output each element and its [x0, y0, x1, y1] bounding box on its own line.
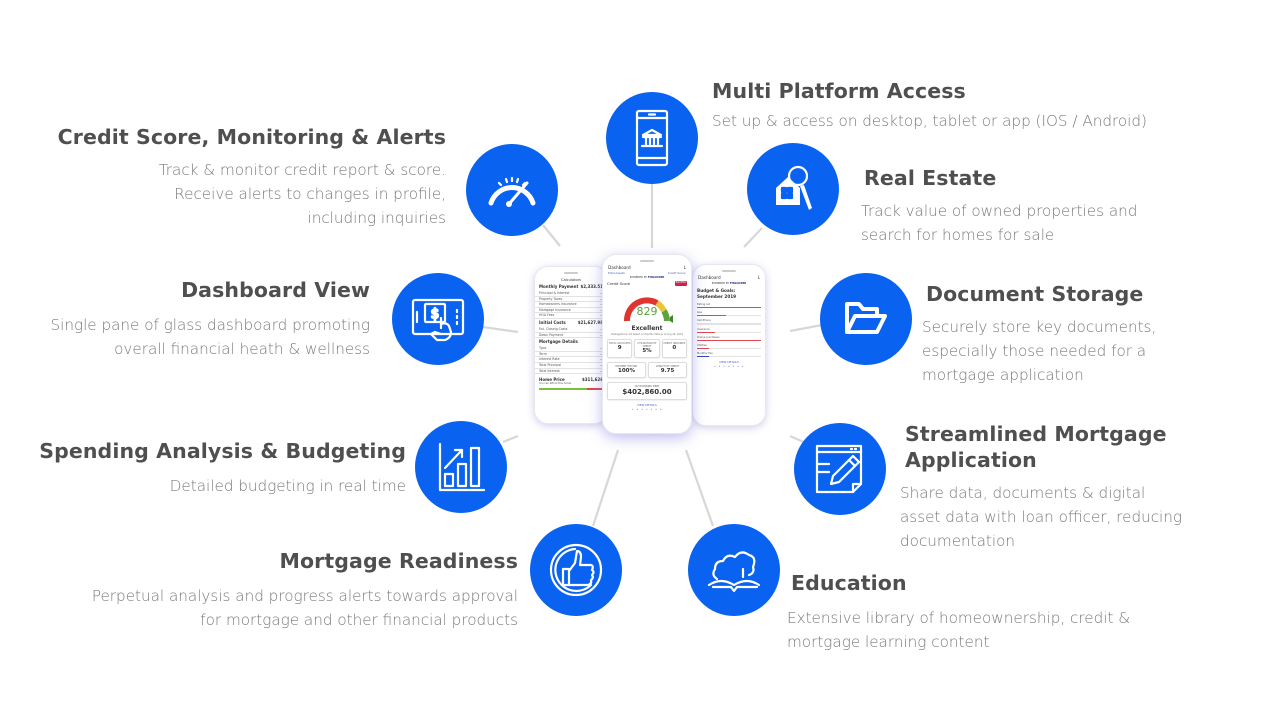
feature-title: Education [791, 571, 907, 595]
tablet-touch-dollar-icon: $ [411, 298, 465, 342]
feature-title: Credit Score, Monitoring & Alerts [57, 125, 446, 149]
feature-desc: Detailed budgeting in real time [169, 477, 406, 495]
thumbs-up-icon [549, 543, 603, 597]
feature-spending-analysis: Spending Analysis & Budgeting Detailed b… [20, 438, 406, 498]
feature-desc: Track value of owned properties and sear… [861, 202, 1138, 244]
budget-progress-bar [697, 347, 761, 350]
budget-item: Utilities [693, 343, 765, 351]
budget-item: Cell Phone [693, 318, 765, 326]
budget-items: Eating out Gas Cell Phone Insurance Online p… [693, 302, 765, 359]
credit-stat: CREDIT INQUIRIES 0 [661, 338, 687, 358]
outstanding-debt: OUTSTANDING DEBT $402,860.00 [607, 381, 687, 400]
feature-title: Multi Platform Access [712, 79, 966, 103]
folder-open-icon [845, 302, 887, 334]
budget-progress-bar [697, 307, 761, 309]
feature-desc: Set up & access on desktop, tablet or ap… [712, 112, 1147, 130]
speedometer-icon [488, 176, 536, 207]
credit-stat: PAYMENT HISTORY 100% [607, 361, 646, 378]
mortgage-readiness-circle [530, 524, 622, 616]
connector-real-estate [743, 227, 763, 248]
monthly-rows: Principal & Interest—Property Taxes—Home… [535, 291, 607, 319]
feature-desc: Single pane of glass dashboard promoting… [50, 316, 370, 358]
credit-gauge: 829 [619, 289, 675, 325]
budget-item: Insurance [693, 327, 765, 335]
credit-score-circle [466, 144, 558, 236]
house-keys-icon [776, 165, 812, 210]
connector-mortgage-readiness [591, 449, 620, 527]
stats-row-1: TOTAL ACCOUNTS 9 UTILIZATION OF CREDIT 5% CR… [603, 337, 691, 360]
feature-streamlined-mortgage: Streamlined Mortgage Application Share d… [900, 421, 1225, 553]
budget-progress-bar [697, 323, 761, 325]
real-estate-circle [747, 143, 839, 235]
stats-row-2: PAYMENT HISTORY 100% LENGTH OF CREDIT 9.75 [603, 360, 691, 380]
streamlined-mortgage-circle [794, 423, 886, 515]
feature-mortgage-readiness: Mortgage Readiness Perpetual analysis an… [60, 548, 518, 632]
form-pencil-icon [815, 444, 863, 494]
dashboard-view-circle: $ [392, 273, 484, 365]
feature-document-storage: Document Storage Securely store key docu… [922, 281, 1226, 387]
phone-credit-score: Dashboard L Total Assets: Credit Score: PO… [602, 254, 692, 434]
feature-title: Mortgage Readiness [279, 549, 518, 573]
feature-multi-platform: Multi Platform Access Set up & access on… [712, 78, 1192, 133]
feature-credit-score: Credit Score, Monitoring & Alerts Track … [30, 124, 446, 230]
feature-desc: Extensive library of homeownership, cred… [787, 609, 1131, 651]
book-cloud-icon [707, 551, 761, 593]
phone-calculators: Calculators Monthly Payment $2,333.51 Pr… [534, 266, 608, 424]
tablet-bank-icon [635, 109, 669, 167]
credit-score-value: 829 [636, 305, 658, 318]
budget-progress-bar [697, 315, 761, 317]
feature-title: Dashboard View [181, 278, 370, 302]
home-price-slider[interactable] [539, 388, 603, 391]
feature-real-estate: Real Estate Track value of owned propert… [861, 165, 1204, 247]
bar-chart-growth-icon [438, 442, 486, 492]
budget-progress-bar [697, 356, 761, 358]
credit-stat: UTILIZATION OF CREDIT 5% [634, 338, 660, 358]
document-storage-circle [820, 273, 912, 365]
connector-spending-analysis [502, 434, 519, 444]
credit-rating: Excellent [631, 325, 663, 332]
svg-text:$: $ [431, 307, 439, 322]
phone-budget: Dashboard L POWERED BY FINLOCKER Budget &… [692, 264, 766, 426]
budget-title: Budget & Goals: September 2019 [697, 288, 737, 299]
page-dots: • • • • • • • [713, 364, 745, 370]
connector-credit-score [542, 224, 561, 247]
page-dots: • • • • • • • [631, 406, 663, 412]
phone-mockups: Calculators Monthly Payment $2,333.51 Pr… [520, 248, 782, 444]
budget-item: Eating out [693, 302, 765, 310]
budget-item: Gas [693, 310, 765, 318]
connector-education [684, 449, 715, 527]
connector-document-storage [789, 323, 823, 333]
budget-item: Monthly Fee [693, 351, 765, 359]
initial-rows: Est. Closing Costs—Down Payment— [535, 327, 607, 339]
feature-desc: Perpetual analysis and progress alerts t… [91, 587, 518, 629]
feature-desc: Share data, documents & digital asset da… [900, 484, 1183, 550]
connector-dashboard-view [482, 325, 519, 334]
credit-stat: LENGTH OF CREDIT 9.75 [648, 361, 687, 378]
feature-title: Spending Analysis & Budgeting [39, 439, 406, 463]
budget-item: Online purchases [693, 335, 765, 343]
feature-desc: Track & monitor credit report & score. R… [158, 161, 446, 227]
feature-desc: Securely store key documents, especially… [922, 318, 1157, 384]
feature-title: Streamlined Mortgage Application [905, 422, 1167, 472]
feature-title: Document Storage [926, 282, 1144, 306]
education-circle [688, 524, 780, 616]
budget-progress-bar [697, 339, 761, 341]
feature-dashboard-view: Dashboard View Single pane of glass dash… [20, 277, 370, 361]
feature-education: Education Extensive library of homeowner… [787, 570, 1171, 654]
spending-analysis-circle [415, 421, 507, 513]
multi-platform-circle [606, 92, 698, 184]
mortgage-rows: Type—Term—Interest Rate—Total Principal—… [535, 346, 607, 375]
feature-title: Real Estate [864, 166, 997, 190]
credit-stat: TOTAL ACCOUNTS 9 [607, 338, 633, 358]
budget-progress-bar [697, 331, 761, 333]
